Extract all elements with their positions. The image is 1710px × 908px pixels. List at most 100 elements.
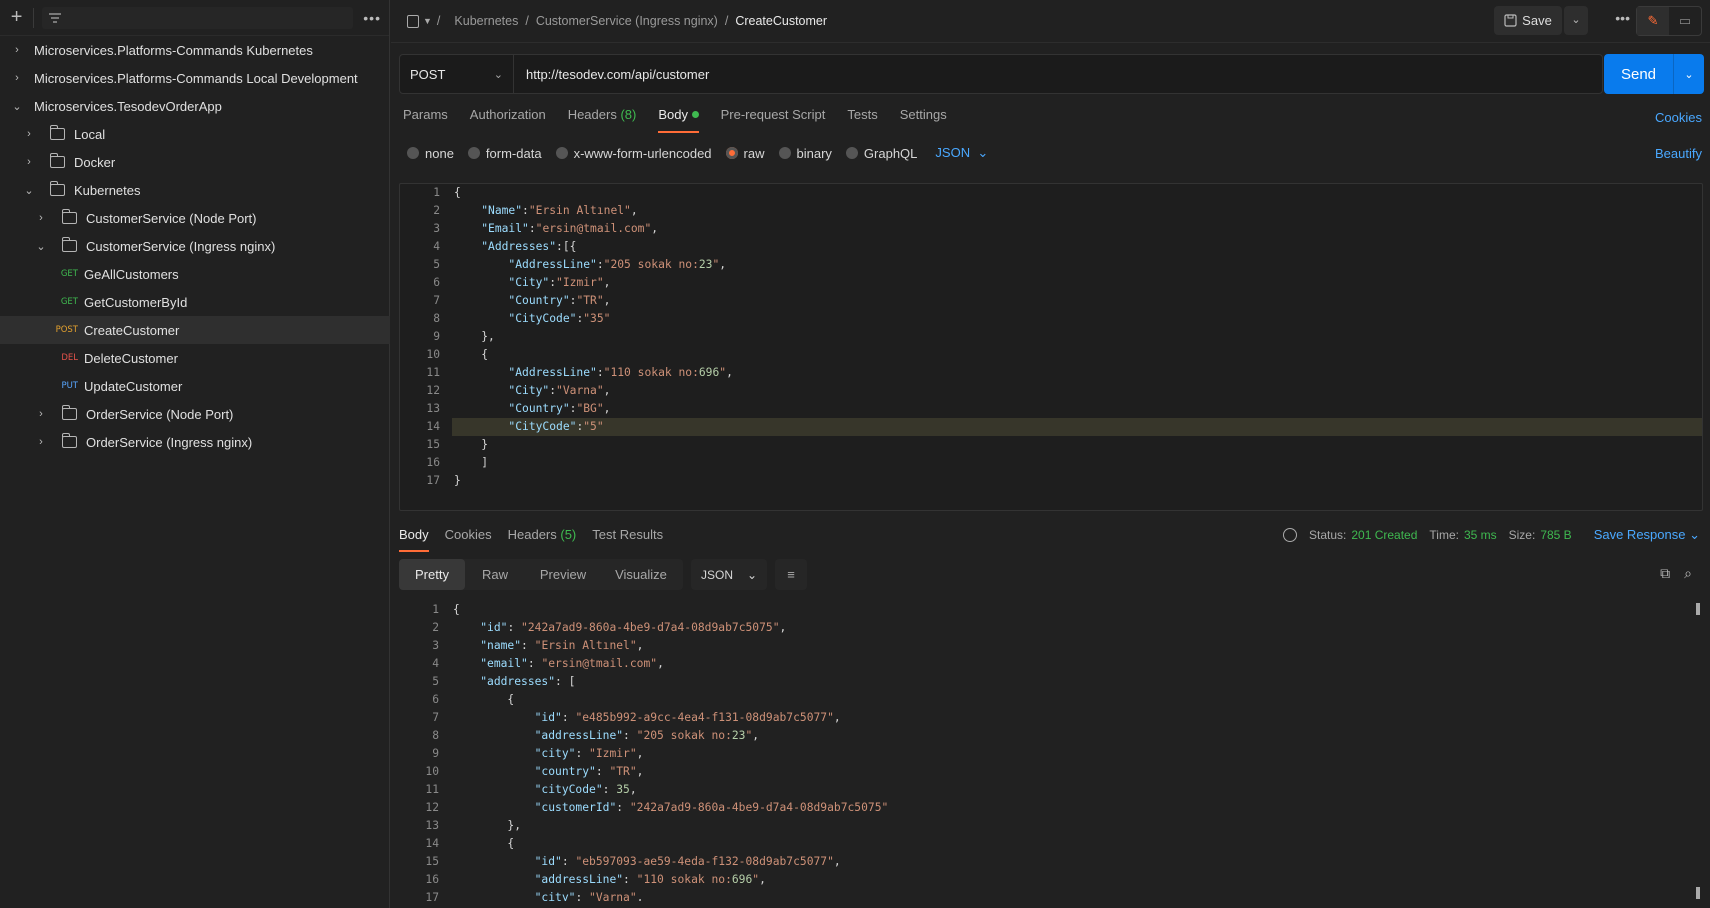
tab-test-results[interactable]: Test Results [592, 527, 663, 552]
line-number: 6 [433, 276, 440, 289]
more-options-icon[interactable]: ••• [363, 10, 381, 26]
radio-binary[interactable]: binary [778, 145, 832, 161]
radio-form-data[interactable]: form-data [467, 146, 542, 161]
code-line: "cityCode": 35, [534, 783, 637, 796]
send-dropdown-chevron-icon[interactable]: ⌄ [1674, 54, 1704, 94]
raw-format-select[interactable]: JSON ⌄ [935, 145, 988, 161]
tab-tests[interactable]: Tests [847, 107, 877, 133]
radio-icon [407, 147, 419, 159]
request-item[interactable]: GET GeAllCustomers [0, 260, 390, 288]
radio-label: none [425, 145, 454, 161]
method-value: POST [410, 66, 446, 82]
chevron-right-icon[interactable]: › [34, 408, 48, 420]
copy-icon[interactable]: ⧉ [1660, 565, 1670, 582]
folder-item[interactable]: › Local [0, 120, 390, 148]
collection-item[interactable]: › Microservices.Platforms-Commands Kubern… [0, 36, 390, 64]
filter-input[interactable] [42, 6, 354, 29]
line-number: 3 [432, 639, 439, 652]
chevron-down-icon[interactable]: ⌄ [10, 100, 24, 113]
response-format-select[interactable]: JSON ⌄ [691, 559, 767, 590]
breadcrumb-separator: / [436, 14, 441, 28]
folder-item[interactable]: › Docker [0, 148, 390, 176]
response-body-viewer[interactable]: 1 {2 "id": "242a7ad9-860a-4be9-d7a4-08d9a… [399, 601, 1703, 901]
request-body-editor[interactable]: 1 {2 "Name":"Ersin Altınel", 3 "Email":"er… [399, 183, 1703, 511]
chevron-right-icon[interactable]: › [10, 44, 24, 56]
save-button[interactable]: Save [1494, 6, 1562, 35]
folder-item[interactable]: › CustomerService (Node Port) [0, 204, 390, 232]
folder-item[interactable]: › OrderService (Ingress nginx) [0, 428, 390, 456]
chevron-down-icon[interactable]: ⌄ [34, 240, 48, 253]
breadcrumb-separator: / [724, 14, 729, 28]
scrollbar-thumb[interactable] [1696, 603, 1700, 615]
globe-icon[interactable] [1282, 528, 1297, 542]
tab-body[interactable]: Body [658, 107, 699, 133]
scrollbar-thumb[interactable] [1696, 887, 1700, 899]
breadcrumb-item[interactable]: Kubernetes [454, 14, 518, 28]
chevron-right-icon[interactable]: › [22, 128, 36, 140]
radio-graphql[interactable]: GraphQL [845, 146, 917, 161]
format-value: JSON [935, 145, 971, 160]
request-item[interactable]: GET GetCustomerById [0, 288, 390, 316]
line-number: 1 [433, 186, 440, 199]
radio-none[interactable]: none [407, 146, 454, 161]
search-icon[interactable]: ⌕ [1684, 565, 1692, 582]
chevron-down-icon[interactable]: ⌄ [22, 184, 36, 197]
chevron-right-icon[interactable]: › [22, 156, 36, 168]
breadcrumb-separator: / [525, 14, 529, 28]
line-number: 6 [432, 693, 439, 706]
cookies-link[interactable]: Cookies [1655, 110, 1702, 125]
edit-pencil-icon[interactable]: ✎ [1637, 7, 1669, 35]
collection-item[interactable]: ⌄ Microservices.TesodevOrderApp [0, 92, 390, 120]
tab-response-headers[interactable]: Headers (5) [508, 527, 577, 552]
chevron-right-icon[interactable]: › [34, 212, 48, 224]
tree-item-label: UpdateCustomer [84, 378, 183, 394]
collection-item[interactable]: › Microservices.Platforms-Commands Local … [0, 64, 390, 92]
line-number: 7 [432, 711, 439, 724]
chevron-right-icon[interactable]: › [34, 436, 48, 448]
code-line: "customerId": "242a7ad9-860a-4be9-d7a4-0… [534, 801, 889, 814]
folder-item[interactable]: › OrderService (Node Port) [0, 400, 390, 428]
breadcrumb-item[interactable]: CustomerService (Ingress nginx) [536, 14, 718, 28]
sidebar-toolbar: + ••• [0, 0, 389, 36]
wrap-lines-icon[interactable]: ≡ [775, 559, 807, 590]
url-input[interactable]: http://tesodev.com/api/customer [514, 67, 709, 82]
comment-icon[interactable]: ▭ [1669, 7, 1701, 35]
chevron-down-icon[interactable]: ▼ [423, 16, 432, 26]
view-raw[interactable]: Raw [465, 559, 525, 590]
tab-authorization[interactable]: Authorization [470, 107, 546, 133]
method-select[interactable]: POST ⌄ [400, 55, 514, 93]
code-line: "Addresses":[{ [481, 240, 577, 253]
view-preview[interactable]: Preview [525, 559, 601, 590]
tab-pre-request-script[interactable]: Pre-request Script [721, 107, 826, 133]
more-options-icon[interactable]: ••• [1615, 10, 1630, 26]
save-response-button[interactable]: Save Response ⌄ [1594, 527, 1700, 543]
request-item[interactable]: DEL DeleteCustomer [0, 344, 390, 372]
radio-label: binary [796, 145, 832, 161]
folder-item[interactable]: ⌄ CustomerService (Ingress nginx) [0, 232, 390, 260]
radio-raw[interactable]: raw [725, 146, 765, 161]
send-button[interactable]: Send ⌄ [1604, 54, 1704, 94]
plus-icon[interactable]: + [8, 7, 25, 28]
tab-settings[interactable]: Settings [900, 107, 947, 133]
request-item[interactable]: POST CreateCustomer [0, 316, 390, 344]
save-dropdown-chevron-icon[interactable]: ⌄ [1564, 6, 1588, 35]
folder-item[interactable]: ⌄ Kubernetes [0, 176, 390, 204]
chevron-right-icon[interactable]: › [10, 72, 24, 84]
tab-response-cookies[interactable]: Cookies [445, 527, 492, 552]
page-title[interactable]: CreateCustomer [735, 14, 827, 28]
code-line: { [453, 837, 515, 850]
request-item[interactable]: PUT UpdateCustomer [0, 372, 390, 400]
code-line: { [453, 603, 460, 616]
radio-urlencoded[interactable]: x-www-form-urlencoded [555, 146, 712, 161]
response-scrollbar[interactable] [1696, 601, 1700, 899]
tab-params[interactable]: Params [403, 107, 448, 133]
beautify-link[interactable]: Beautify [1655, 146, 1702, 161]
view-visualize[interactable]: Visualize [601, 559, 681, 590]
format-value: JSON [701, 567, 734, 582]
sidebar: + ••• › Microservices.Platforms-Commands … [0, 0, 390, 908]
view-pretty[interactable]: Pretty [399, 559, 465, 590]
tab-response-body[interactable]: Body [399, 527, 429, 552]
tab-headers[interactable]: Headers (8) [568, 107, 637, 133]
save-label: Save [1522, 13, 1552, 28]
code-line: }, [453, 819, 522, 832]
